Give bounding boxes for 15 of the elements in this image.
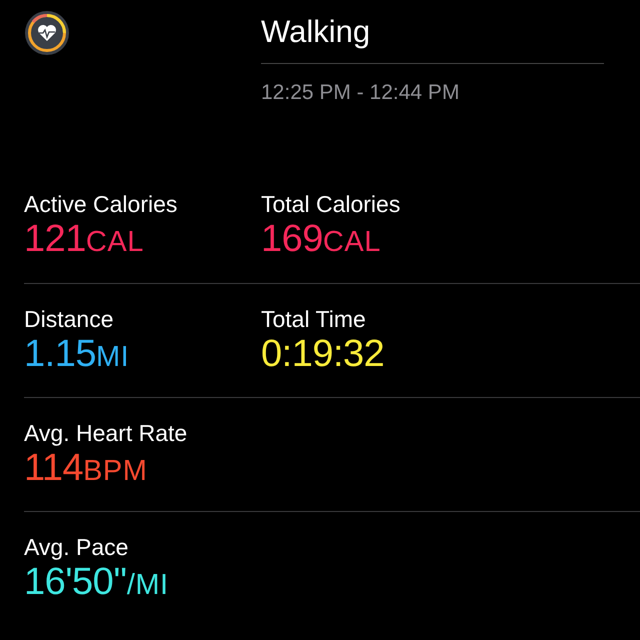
metric-value: 0:19:32 <box>261 333 386 375</box>
metric-value: 16'50''/MI <box>24 561 170 605</box>
workout-title: Walking <box>261 14 372 50</box>
heart-rate-ring-icon <box>24 10 70 56</box>
metric-value: 114BPM <box>24 447 148 491</box>
metric-label: Avg. Heart Rate <box>24 419 188 447</box>
metric-value: 169CAL <box>261 218 382 262</box>
metric-label: Avg. Pace <box>24 533 130 561</box>
metric-value: 121CAL <box>24 218 145 262</box>
metric-value: 1.15MI <box>24 333 130 377</box>
time-range: 12:25 PM - 12:44 PM <box>261 80 460 106</box>
metric-label: Active Calories <box>24 190 178 218</box>
metric-label: Total Time <box>261 305 367 333</box>
metric-label: Distance <box>24 305 114 333</box>
metric-label: Total Calories <box>261 190 402 218</box>
